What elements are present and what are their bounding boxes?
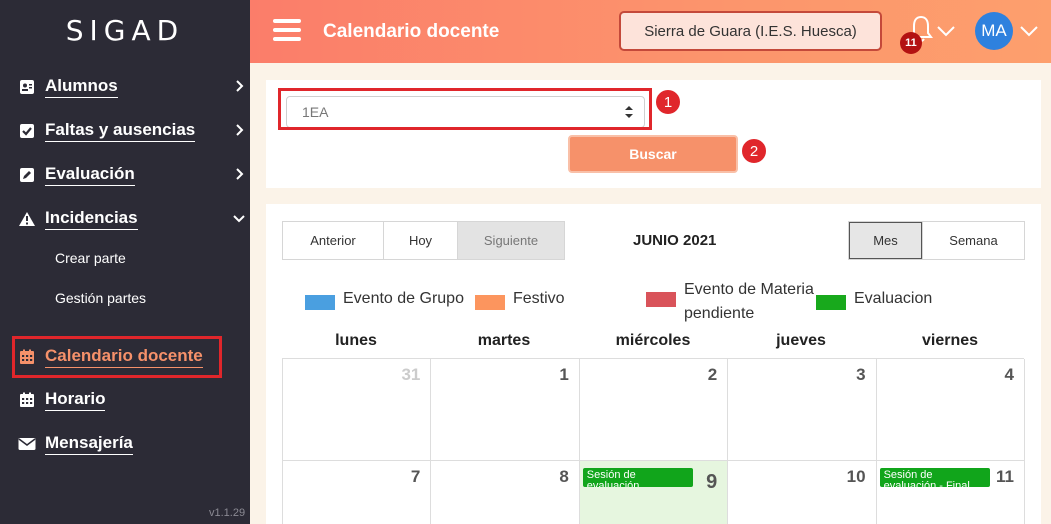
legend-label: Evaluacion: [854, 290, 933, 307]
sidebar-item-label: Alumnos: [45, 76, 118, 98]
day-number: 9: [706, 471, 718, 493]
sidebar-item-label: Horario: [45, 389, 106, 411]
day-number: 7: [410, 467, 421, 486]
sidebar-subitem-crear-parte[interactable]: Crear parte: [55, 250, 126, 266]
calendar-day-cell[interactable]: 7: [283, 461, 432, 524]
day-number: 4: [1004, 365, 1014, 384]
day-number: 8: [559, 467, 569, 486]
day-number: 31: [401, 365, 421, 384]
sidebar-item-label: Incidencias: [45, 208, 138, 230]
weekday-header: lunes: [335, 332, 377, 349]
calendar-nav-buttons: Anterior Hoy Siguiente: [282, 221, 565, 260]
chevron-right-icon: [236, 80, 244, 92]
sidebar-item-evaluacion[interactable]: Evaluación: [18, 160, 250, 190]
top-header: Calendario docente Sierra de Guara (I.E.…: [250, 0, 1051, 63]
sidebar-item-mensajeria[interactable]: Mensajería: [18, 429, 250, 459]
chevron-down-icon[interactable]: [936, 24, 956, 38]
legend-item: Evaluacion: [816, 290, 932, 310]
weekday-header: miércoles: [615, 332, 691, 349]
sidebar-item-label: Faltas y ausencias: [45, 120, 196, 142]
calendar-day-cell[interactable]: 11 Sesión de evaluación - Final: [877, 461, 1025, 524]
legend-label: Evento de Materia pendiente: [684, 281, 814, 322]
day-number: 2: [707, 365, 718, 384]
edit-icon: [18, 166, 36, 184]
sidebar: SIGAD Alumnos Faltas y ausencias Evaluac…: [0, 0, 250, 524]
day-number: 11: [996, 467, 1014, 486]
calendar-day-cell[interactable]: 1: [431, 359, 580, 461]
sidebar-item-label: Evaluación: [45, 164, 135, 186]
calendar-icon: [18, 348, 36, 366]
weekday-header: viernes: [921, 332, 979, 349]
checkbox-icon: [18, 122, 36, 140]
search-button[interactable]: Buscar: [568, 135, 738, 173]
app-logo: SIGAD: [65, 14, 185, 47]
calendar-icon: [18, 391, 36, 409]
calendar-day-cell-today[interactable]: 9 Sesión de evaluación: [579, 461, 729, 524]
warning-icon: [18, 210, 36, 228]
legend-swatch: [646, 292, 676, 307]
legend-item: Festivo: [475, 290, 565, 310]
chevron-down-icon: [233, 215, 245, 223]
sidebar-item-label: Mensajería: [45, 433, 133, 455]
calendar-event[interactable]: Sesión de evaluación: [582, 468, 693, 487]
chevron-right-icon: [236, 124, 244, 136]
calendar-event[interactable]: Sesión de evaluación - Final: [879, 468, 990, 487]
calendar-month-title: JUNIO 2021: [633, 232, 717, 249]
calendar-day-cell[interactable]: 3: [728, 359, 877, 461]
today-button[interactable]: Hoy: [384, 222, 458, 259]
legend-label: Evento de Grupo: [343, 290, 464, 307]
notification-count-badge: 11: [900, 32, 922, 54]
month-view-button[interactable]: Mes: [849, 222, 923, 259]
sidebar-item-faltas[interactable]: Faltas y ausencias: [18, 116, 250, 146]
envelope-icon: [18, 435, 36, 453]
calendar-view-buttons: Mes Semana: [848, 221, 1025, 260]
legend-label: Festivo: [513, 290, 565, 307]
day-number: 1: [559, 365, 569, 384]
sidebar-item-alumnos[interactable]: Alumnos: [18, 72, 250, 102]
calendar-day-cell[interactable]: 8: [431, 461, 580, 524]
chevron-down-icon[interactable]: [1019, 24, 1039, 38]
legend-item: Evento de Grupo: [305, 290, 464, 310]
prev-button[interactable]: Anterior: [283, 222, 384, 259]
calendar-day-cell[interactable]: 2: [579, 359, 729, 461]
next-button[interactable]: Siguiente: [458, 222, 564, 259]
sidebar-item-calendario-docente[interactable]: Calendario docente: [18, 342, 250, 372]
sidebar-item-horario[interactable]: Horario: [18, 385, 250, 415]
legend-item: Evento de Materia pendiente: [646, 278, 826, 326]
app-version: v1.1.29: [209, 507, 246, 519]
day-number: 3: [856, 365, 866, 384]
step-marker: 2: [740, 137, 768, 165]
legend-swatch: [475, 295, 505, 310]
menu-icon[interactable]: [273, 19, 301, 43]
sidebar-subitem-gestion-partes[interactable]: Gestión partes: [55, 290, 146, 306]
weekday-header: jueves: [776, 332, 826, 349]
sidebar-item-incidencias[interactable]: Incidencias: [18, 204, 250, 234]
legend-swatch: [816, 295, 846, 310]
student-card-icon: [18, 78, 36, 96]
avatar[interactable]: MA: [975, 12, 1013, 50]
sidebar-item-label: Calendario docente: [45, 346, 203, 368]
calendar-grid: 31 1 2 3 4 7 8 9 Sesión de evaluación 10…: [282, 358, 1025, 524]
calendar-day-cell[interactable]: 31: [283, 359, 432, 461]
highlight-box: [278, 88, 652, 130]
week-view-button[interactable]: Semana: [923, 222, 1024, 259]
school-selector-button[interactable]: Sierra de Guara (I.E.S. Huesca): [619, 11, 882, 51]
calendar-day-cell[interactable]: 4: [876, 359, 1025, 461]
step-marker: 1: [654, 88, 682, 116]
calendar-day-cell[interactable]: 10: [728, 461, 877, 524]
day-number: 10: [846, 467, 866, 486]
page-title: Calendario docente: [323, 21, 500, 42]
legend-swatch: [305, 295, 335, 310]
chevron-right-icon: [236, 168, 244, 180]
weekday-header: martes: [477, 332, 531, 349]
